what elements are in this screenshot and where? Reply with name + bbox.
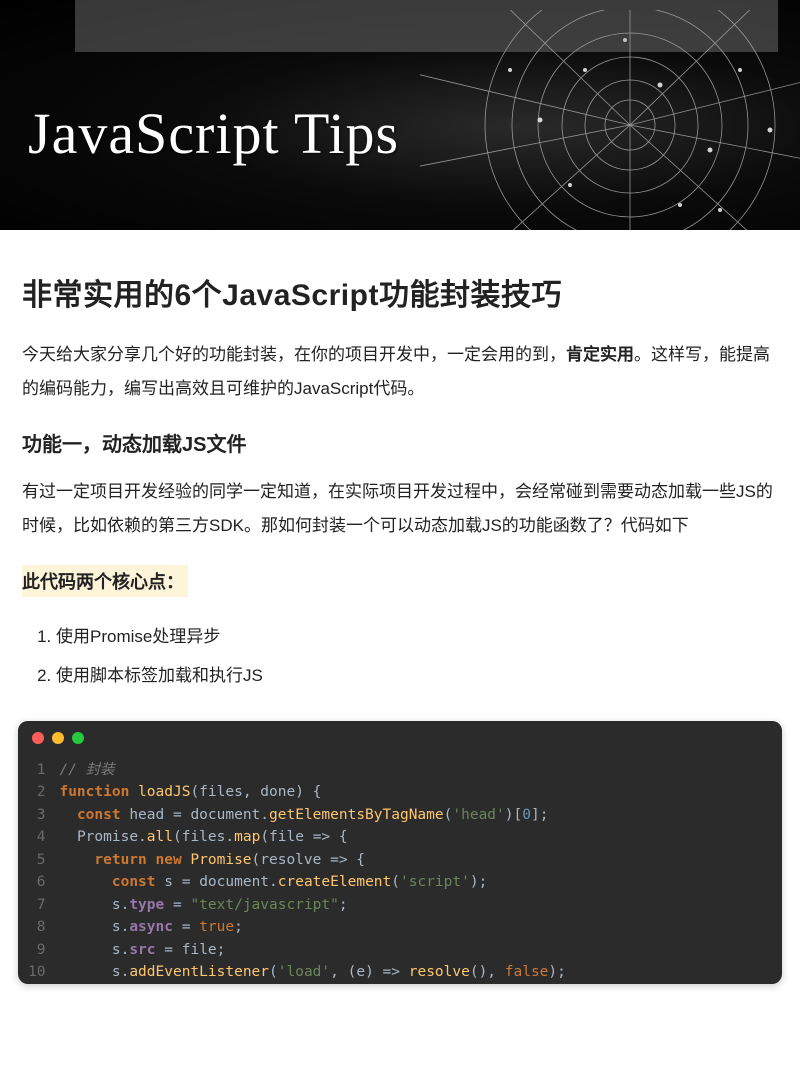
line-gutter: 12345678910	[18, 759, 59, 984]
core-points-list: 使用Promise处理异步 使用脚本标签加载和执行JS	[22, 623, 778, 691]
highlight-label: 此代码两个核心点：	[22, 565, 188, 597]
article-heading: 非常实用的6个JavaScript功能封装技巧	[22, 270, 778, 314]
intro-bold: 肯定实用	[566, 345, 634, 364]
hero-title: JavaScript Tips	[28, 100, 399, 167]
window-titlebar	[18, 721, 782, 755]
section1-title: 功能一，动态加载JS文件	[22, 428, 778, 457]
list-item: 使用脚本标签加载和执行JS	[56, 662, 778, 691]
section1-paragraph: 有过一定项目开发经验的同学一定知道，在实际项目开发过程中，会经常碰到需要动态加载…	[22, 475, 778, 543]
top-overlay	[75, 0, 778, 52]
code-body: 12345678910 // 封装function loadJS(files, …	[18, 755, 782, 984]
intro-text-1: 今天给大家分享几个好的功能封装，在你的项目开发中，一定会用的到，	[22, 345, 566, 364]
intro-paragraph: 今天给大家分享几个好的功能封装，在你的项目开发中，一定会用的到，肯定实用。这样写…	[22, 338, 778, 406]
article-content: 非常实用的6个JavaScript功能封装技巧 今天给大家分享几个好的功能封装，…	[0, 230, 800, 691]
maximize-icon	[72, 732, 84, 744]
list-item: 使用Promise处理异步	[56, 623, 778, 652]
close-icon	[32, 732, 44, 744]
minimize-icon	[52, 732, 64, 744]
code-window: 12345678910 // 封装function loadJS(files, …	[18, 721, 782, 984]
code-lines: // 封装function loadJS(files, done) { cons…	[59, 759, 782, 984]
